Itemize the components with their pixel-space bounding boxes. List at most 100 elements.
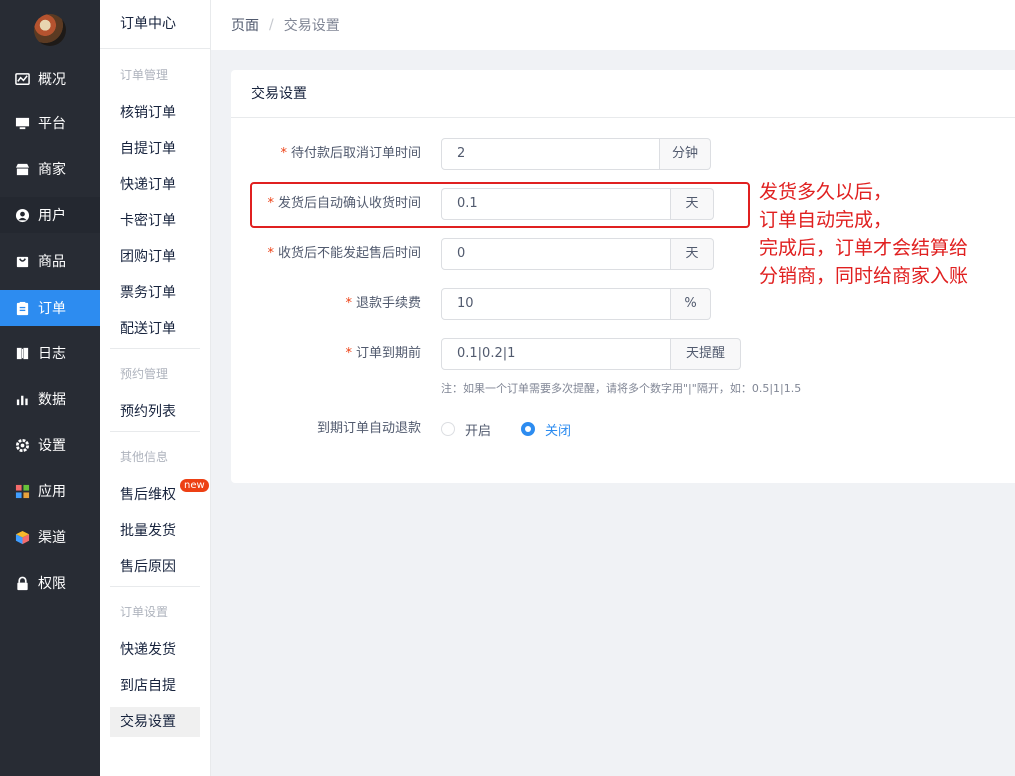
cube-icon bbox=[14, 529, 30, 545]
sub-item-card[interactable]: 卡密订单 bbox=[110, 206, 200, 236]
form-row-auto-refund: 到期订单自动退款 开启 关闭 bbox=[231, 413, 1015, 445]
auto-refund-radio-group: 开启 关闭 bbox=[441, 413, 601, 445]
radio-label: 开启 bbox=[465, 423, 492, 439]
new-badge: new bbox=[180, 479, 209, 492]
bar-chart-icon bbox=[14, 391, 30, 407]
nav-item-label: 应用 bbox=[38, 484, 66, 500]
cancel-time-field: 2 分钟 bbox=[441, 138, 711, 170]
annotation-text: 发货多久以后， 订单自动完成， 完成后，订单才会结算给 分销商，同时给商家入账 bbox=[759, 178, 1009, 290]
chart-icon bbox=[14, 71, 30, 87]
divider bbox=[110, 431, 200, 432]
nav-item-products[interactable]: 商品 bbox=[0, 243, 100, 279]
form-label: * 订单到期前 bbox=[345, 346, 421, 361]
main-nav: 概况 平台 商家 用户 商品 订单 日志 数据 设置 应用 渠道 权限 bbox=[0, 0, 100, 776]
store-icon bbox=[14, 161, 30, 177]
breadcrumb-current: 交易设置 bbox=[283, 18, 340, 34]
sub-item-delivery[interactable]: 配送订单 bbox=[110, 314, 200, 344]
form-label: * 收货后不能发起售后时间 bbox=[267, 246, 421, 261]
unit-addon: 天 bbox=[671, 238, 714, 270]
sub-menu: 订单中心 订单管理 核销订单 自提订单 快递订单 卡密订单 团购订单 票务订单 … bbox=[100, 0, 211, 776]
nav-item-permissions[interactable]: 权限 bbox=[0, 565, 100, 601]
sub-item-after-sale-reason[interactable]: 售后原因 bbox=[110, 552, 200, 582]
group-label-order-mgmt: 订单管理 bbox=[120, 68, 169, 82]
nav-item-label: 概况 bbox=[38, 72, 66, 88]
annotation-line: 发货多久以后， bbox=[759, 181, 893, 203]
nav-item-users[interactable]: 用户 bbox=[0, 197, 100, 233]
form-row-fee: * 退款手续费 10 % bbox=[231, 288, 1015, 320]
form-row-expire: * 订单到期前 0.1|0.2|1 天提醒 bbox=[231, 338, 1015, 370]
nav-item-merchant[interactable]: 商家 bbox=[0, 151, 100, 187]
hint-text: 注：如果一个订单需要多次提醒，请将多个数字用"|"隔开，如：0.5|1|1.5 bbox=[441, 382, 802, 395]
breadcrumb: 页面 / 交易设置 bbox=[211, 0, 1015, 50]
nav-item-apps[interactable]: 应用 bbox=[0, 473, 100, 509]
annotation-line: 完成后，订单才会结算给 bbox=[759, 237, 969, 259]
gear-icon bbox=[14, 437, 30, 453]
sub-item-pickup[interactable]: 自提订单 bbox=[110, 134, 200, 164]
radio-off[interactable]: 关闭 bbox=[521, 420, 571, 439]
nav-item-label: 日志 bbox=[38, 346, 66, 362]
refund-fee-field: 10 % bbox=[441, 288, 711, 320]
required-mark: * bbox=[345, 346, 352, 361]
cancel-time-input[interactable]: 2 bbox=[441, 138, 660, 170]
nav-item-label: 数据 bbox=[38, 392, 66, 408]
sub-item-ticket[interactable]: 票务订单 bbox=[110, 278, 200, 308]
unit-addon: 分钟 bbox=[660, 138, 711, 170]
required-mark: * bbox=[280, 146, 287, 161]
group-label-other-info: 其他信息 bbox=[120, 450, 169, 464]
sub-item-verify[interactable]: 核销订单 bbox=[110, 98, 200, 128]
sub-item-express[interactable]: 快递订单 bbox=[110, 170, 200, 200]
nav-item-label: 平台 bbox=[38, 116, 66, 132]
nav-item-data[interactable]: 数据 bbox=[0, 381, 100, 417]
sub-item-express-ship[interactable]: 快递发货 bbox=[110, 635, 200, 665]
monitor-icon bbox=[14, 115, 30, 131]
nav-item-platform[interactable]: 平台 bbox=[0, 105, 100, 141]
card-title: 交易设置 bbox=[231, 70, 1015, 118]
nav-item-overview[interactable]: 概况 bbox=[0, 61, 100, 97]
refund-fee-input[interactable]: 10 bbox=[441, 288, 671, 320]
nav-item-label: 商家 bbox=[38, 162, 66, 178]
radio-circle[interactable] bbox=[521, 422, 536, 436]
form-label: * 待付款后取消订单时间 bbox=[280, 146, 421, 161]
nav-item-label: 用户 bbox=[38, 208, 66, 224]
sub-item-batch-ship[interactable]: 批量发货 bbox=[110, 516, 200, 546]
nav-item-label: 订单 bbox=[38, 301, 66, 317]
unit-addon: 天提醒 bbox=[671, 338, 741, 370]
bag-icon bbox=[14, 253, 30, 269]
nav-item-label: 商品 bbox=[38, 254, 66, 270]
radio-on[interactable]: 开启 bbox=[441, 420, 491, 439]
lock-icon bbox=[14, 575, 30, 591]
breadcrumb-root[interactable]: 页面 bbox=[231, 15, 259, 35]
radio-circle[interactable] bbox=[441, 422, 455, 436]
form-row-cancel: * 待付款后取消订单时间 2 分钟 bbox=[231, 138, 1015, 170]
sub-menu-title: 订单中心 bbox=[100, 0, 210, 49]
group-label-order-settings: 订单设置 bbox=[120, 605, 169, 619]
apps-icon bbox=[14, 483, 30, 499]
radio-label: 关闭 bbox=[545, 423, 572, 439]
annotation-line: 订单自动完成， bbox=[759, 209, 893, 231]
nav-item-settings[interactable]: 设置 bbox=[0, 427, 100, 463]
breadcrumb-separator: / bbox=[269, 17, 274, 33]
book-icon bbox=[14, 345, 30, 361]
sub-item-group[interactable]: 团购订单 bbox=[110, 242, 200, 272]
form-label: * 退款手续费 bbox=[345, 296, 421, 311]
divider bbox=[110, 348, 200, 349]
nav-item-logs[interactable]: 日志 bbox=[0, 335, 100, 371]
divider bbox=[110, 586, 200, 587]
form-label: 到期订单自动退款 bbox=[316, 421, 421, 436]
required-mark: * bbox=[345, 296, 352, 311]
nav-item-label: 权限 bbox=[38, 576, 66, 592]
sub-item-trade-settings[interactable]: 交易设置 bbox=[110, 707, 200, 737]
nav-item-label: 渠道 bbox=[38, 530, 66, 546]
unit-addon: % bbox=[671, 288, 711, 320]
avatar[interactable] bbox=[34, 14, 66, 46]
expire-remind-input[interactable]: 0.1|0.2|1 bbox=[441, 338, 671, 370]
clipboard-icon bbox=[14, 300, 30, 316]
aftersale-time-field: 0 天 bbox=[441, 238, 714, 270]
nav-item-orders[interactable]: 订单 bbox=[0, 290, 100, 326]
sub-item-reservation-list[interactable]: 预约列表 bbox=[110, 397, 200, 427]
required-mark: * bbox=[267, 246, 274, 261]
sub-item-store-pickup[interactable]: 到店自提 bbox=[110, 671, 200, 701]
highlight-box bbox=[250, 182, 750, 228]
nav-item-channels[interactable]: 渠道 bbox=[0, 519, 100, 555]
aftersale-time-input[interactable]: 0 bbox=[441, 238, 671, 270]
